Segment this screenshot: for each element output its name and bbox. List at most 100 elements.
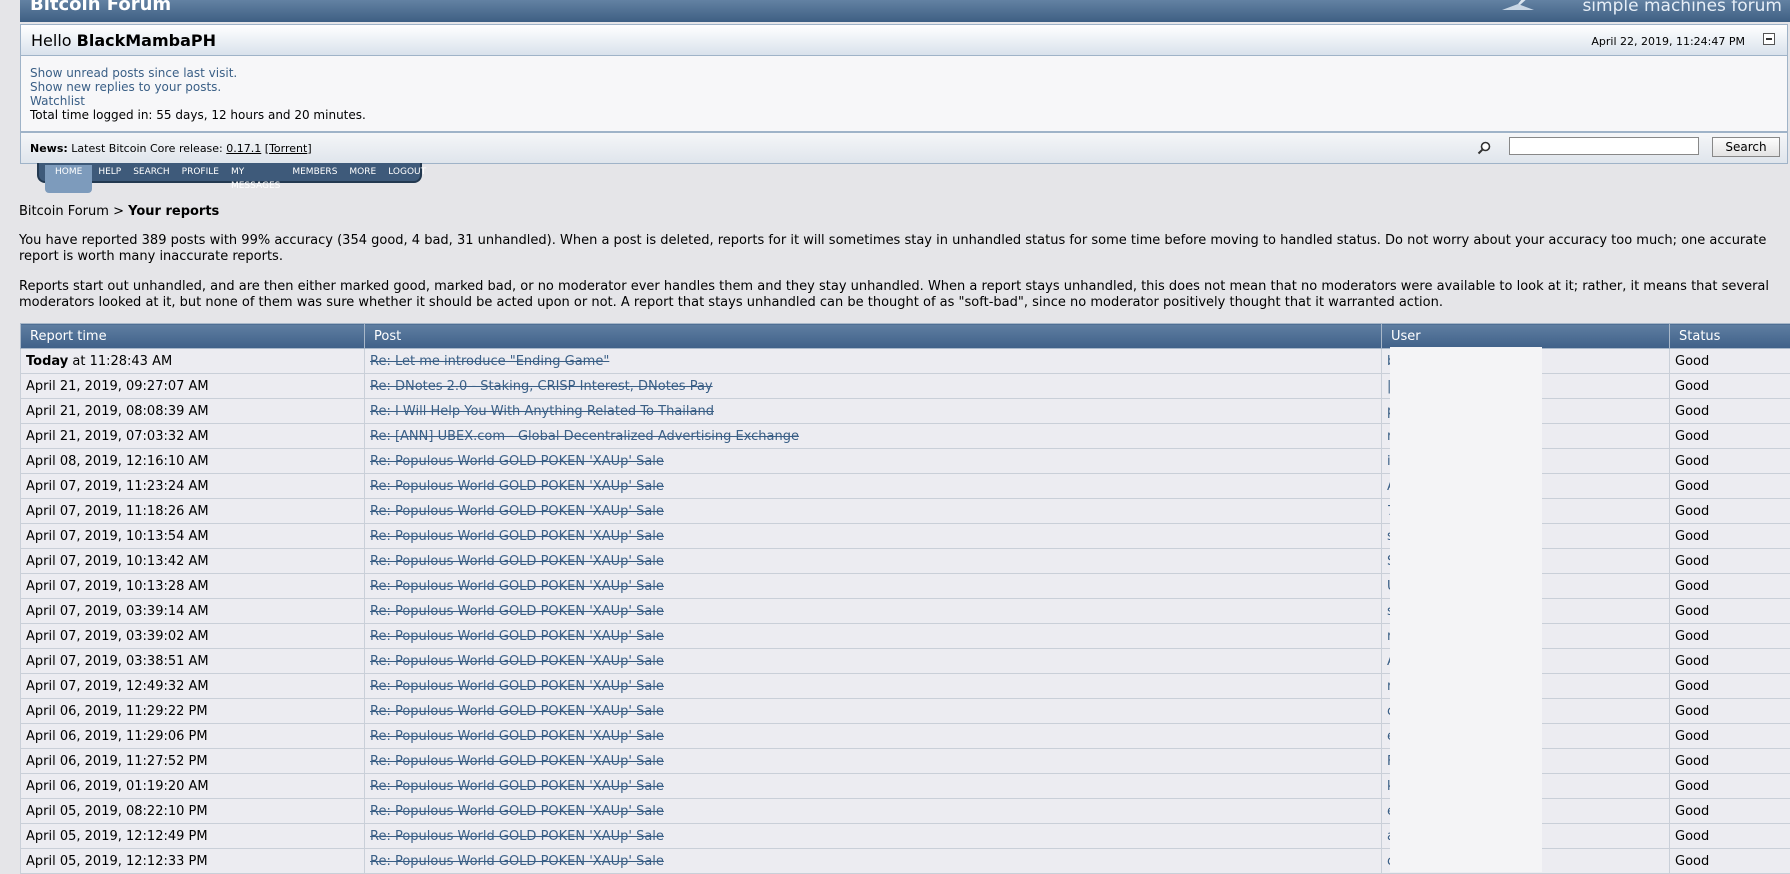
post-cell: Re: Populous World GOLD POKEN 'XAUp' Sal… xyxy=(365,549,1382,574)
torrent-link[interactable]: Torrent xyxy=(269,142,307,155)
menu-list: HOMEHELPSEARCHPROFILEMY MESSAGESMEMBERSM… xyxy=(45,165,432,193)
news-text: News: Latest Bitcoin Core release: 0.17.… xyxy=(30,142,312,155)
menu-item-more[interactable]: MORE xyxy=(343,165,382,193)
post-link[interactable]: Re: Populous World GOLD POKEN 'XAUp' Sal… xyxy=(370,454,664,469)
post-link[interactable]: Re: DNotes 2.0 - Staking, CRISP Interest… xyxy=(370,379,713,394)
news-label: News: xyxy=(30,142,68,155)
news-bar: News: Latest Bitcoin Core release: 0.17.… xyxy=(20,132,1788,164)
report-time-cell: Today at 11:28:43 AM xyxy=(21,349,365,374)
post-link[interactable]: Re: Populous World GOLD POKEN 'XAUp' Sal… xyxy=(370,729,664,744)
menu-item-help[interactable]: HELP xyxy=(92,165,127,193)
status-cell: Good xyxy=(1670,599,1790,624)
post-link[interactable]: Re: Populous World GOLD POKEN 'XAUp' Sal… xyxy=(370,829,664,844)
status-cell: Good xyxy=(1670,374,1790,399)
post-link[interactable]: Re: Populous World GOLD POKEN 'XAUp' Sal… xyxy=(370,704,664,719)
post-cell: Re: Populous World GOLD POKEN 'XAUp' Sal… xyxy=(365,849,1382,874)
report-time-cell: April 06, 2019, 11:29:06 PM xyxy=(21,724,365,749)
post-link[interactable]: Re: Populous World GOLD POKEN 'XAUp' Sal… xyxy=(370,754,664,769)
post-link[interactable]: Re: Populous World GOLD POKEN 'XAUp' Sal… xyxy=(370,479,664,494)
menu-item-search[interactable]: SEARCH xyxy=(127,165,175,193)
post-link[interactable]: Re: I Will Help You With Anything Relate… xyxy=(370,404,714,419)
menu-item-my-messages[interactable]: MY MESSAGES xyxy=(225,165,286,193)
report-time-cell: April 05, 2019, 08:22:10 PM xyxy=(21,799,365,824)
today-label: Today xyxy=(26,354,68,369)
user-links-panel: Show unread posts since last visit. Show… xyxy=(20,56,1788,132)
status-cell: Good xyxy=(1670,499,1790,524)
report-time-cell: April 07, 2019, 03:39:02 AM xyxy=(21,624,365,649)
status-cell: Good xyxy=(1670,724,1790,749)
search-button[interactable]: Search xyxy=(1712,137,1780,157)
breadcrumb-separator: > xyxy=(113,204,124,219)
post-cell: Re: Populous World GOLD POKEN 'XAUp' Sal… xyxy=(365,449,1382,474)
post-link[interactable]: Re: Populous World GOLD POKEN 'XAUp' Sal… xyxy=(370,504,664,519)
post-cell: Re: Populous World GOLD POKEN 'XAUp' Sal… xyxy=(365,699,1382,724)
menu-item-profile[interactable]: PROFILE xyxy=(176,165,225,193)
new-replies-link[interactable]: Show new replies to your posts. xyxy=(30,80,1787,94)
post-cell: Re: Populous World GOLD POKEN 'XAUp' Sal… xyxy=(365,599,1382,624)
explanation-paragraph: Reports start out unhandled, and are the… xyxy=(19,279,1781,311)
status-cell: Good xyxy=(1670,349,1790,374)
status-cell: Good xyxy=(1670,774,1790,799)
post-cell: Re: Populous World GOLD POKEN 'XAUp' Sal… xyxy=(365,674,1382,699)
menu-item-home[interactable]: HOME xyxy=(45,165,92,193)
menu-item-members[interactable]: MEMBERS xyxy=(286,165,343,193)
core-version-link[interactable]: 0.17.1 xyxy=(226,142,261,155)
report-time-cell: April 21, 2019, 08:08:39 AM xyxy=(21,399,365,424)
report-time-cell: April 07, 2019, 11:18:26 AM xyxy=(21,499,365,524)
post-cell: Re: Populous World GOLD POKEN 'XAUp' Sal… xyxy=(365,649,1382,674)
watchlist-link[interactable]: Watchlist xyxy=(30,94,1787,108)
post-link[interactable]: Re: Populous World GOLD POKEN 'XAUp' Sal… xyxy=(370,804,664,819)
status-cell: Good xyxy=(1670,574,1790,599)
page: Bitcoin Forum simple machines forum Hell… xyxy=(0,0,1790,872)
table-header-row: Report time Post User Status xyxy=(21,324,1790,349)
post-link[interactable]: Re: Populous World GOLD POKEN 'XAUp' Sal… xyxy=(370,529,664,544)
post-link[interactable]: Re: [ANN] UBEX.com - Global Decentralize… xyxy=(370,429,799,444)
post-link[interactable]: Re: Populous World GOLD POKEN 'XAUp' Sal… xyxy=(370,679,664,694)
post-cell: Re: Populous World GOLD POKEN 'XAUp' Sal… xyxy=(365,749,1382,774)
header-status: Status xyxy=(1670,324,1790,349)
post-link[interactable]: Re: Populous World GOLD POKEN 'XAUp' Sal… xyxy=(370,604,664,619)
post-cell: Re: I Will Help You With Anything Relate… xyxy=(365,399,1382,424)
post-cell: Re: Let me introduce "Ending Game" xyxy=(365,349,1382,374)
post-cell: Re: Populous World GOLD POKEN 'XAUp' Sal… xyxy=(365,824,1382,849)
header-report-time: Report time xyxy=(21,324,365,349)
post-cell: Re: [ANN] UBEX.com - Global Decentralize… xyxy=(365,424,1382,449)
smf-logo-icon xyxy=(1498,0,1538,14)
report-time-cell: April 08, 2019, 12:16:10 AM xyxy=(21,449,365,474)
post-link[interactable]: Re: Populous World GOLD POKEN 'XAUp' Sal… xyxy=(370,629,664,644)
search-input[interactable] xyxy=(1509,137,1699,155)
post-link[interactable]: Re: Populous World GOLD POKEN 'XAUp' Sal… xyxy=(370,854,664,869)
menu-item-logout[interactable]: LOGOUT xyxy=(382,165,432,193)
report-time-cell: April 07, 2019, 03:39:14 AM xyxy=(21,599,365,624)
report-time-cell: April 06, 2019, 11:27:52 PM xyxy=(21,749,365,774)
forum-title[interactable]: Bitcoin Forum xyxy=(30,0,171,15)
header-user: User xyxy=(1382,324,1670,349)
post-link[interactable]: Re: Populous World GOLD POKEN 'XAUp' Sal… xyxy=(370,579,664,594)
status-cell: Good xyxy=(1670,399,1790,424)
greeting: Hello BlackMambaPH xyxy=(31,31,216,50)
breadcrumb-current: Your reports xyxy=(128,204,219,219)
redaction-block xyxy=(1390,347,1542,872)
post-cell: Re: Populous World GOLD POKEN 'XAUp' Sal… xyxy=(365,799,1382,824)
header-post: Post xyxy=(365,324,1382,349)
accuracy-paragraph: You have reported 389 posts with 99% acc… xyxy=(19,233,1781,265)
report-time-cell: April 21, 2019, 09:27:07 AM xyxy=(21,374,365,399)
post-link[interactable]: Re: Populous World GOLD POKEN 'XAUp' Sal… xyxy=(370,654,664,669)
breadcrumb-root[interactable]: Bitcoin Forum xyxy=(19,204,109,219)
forum-banner: Bitcoin Forum simple machines forum xyxy=(20,0,1790,22)
status-cell: Good xyxy=(1670,474,1790,499)
report-time-cell: April 07, 2019, 03:38:51 AM xyxy=(21,649,365,674)
post-cell: Re: Populous World GOLD POKEN 'XAUp' Sal… xyxy=(365,624,1382,649)
unread-posts-link[interactable]: Show unread posts since last visit. xyxy=(30,66,1787,80)
report-time-cell: April 07, 2019, 10:13:28 AM xyxy=(21,574,365,599)
report-time-cell: April 05, 2019, 12:12:33 PM xyxy=(21,849,365,874)
post-link[interactable]: Re: Populous World GOLD POKEN 'XAUp' Sal… xyxy=(370,554,664,569)
report-time-cell: April 21, 2019, 07:03:32 AM xyxy=(21,424,365,449)
post-link[interactable]: Re: Populous World GOLD POKEN 'XAUp' Sal… xyxy=(370,779,664,794)
post-link[interactable]: Re: Let me introduce "Ending Game" xyxy=(370,354,609,369)
smf-text: simple machines forum xyxy=(1582,0,1782,16)
status-cell: Good xyxy=(1670,799,1790,824)
status-cell: Good xyxy=(1670,674,1790,699)
status-cell: Good xyxy=(1670,624,1790,649)
collapse-icon[interactable] xyxy=(1763,33,1775,45)
